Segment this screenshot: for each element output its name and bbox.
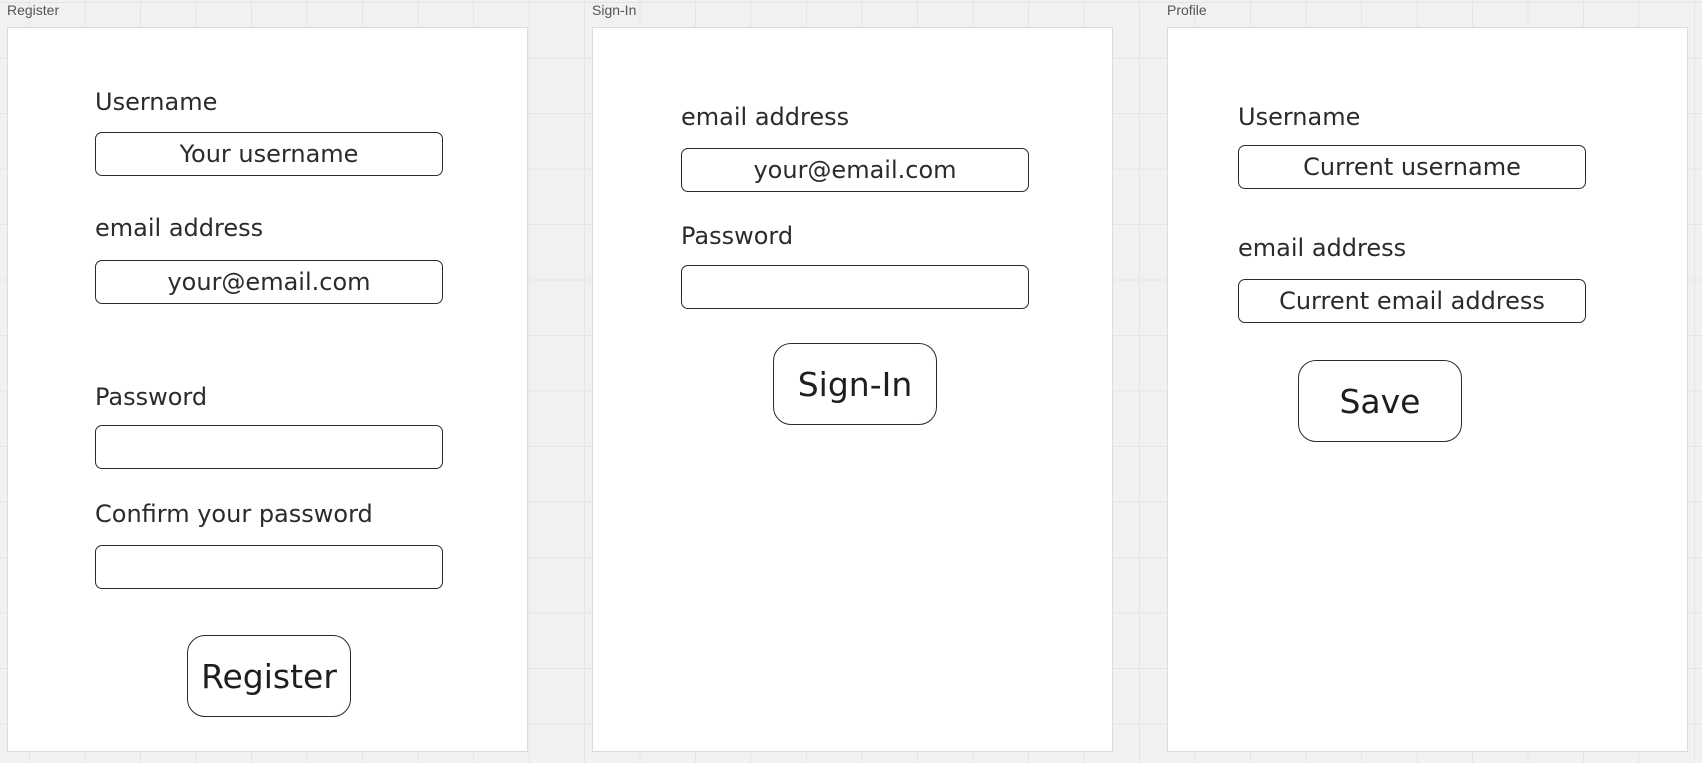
register-button[interactable]: Register (187, 635, 351, 717)
register-username-field[interactable]: Your username (95, 132, 443, 176)
register-frame: Username Your username email address you… (7, 27, 528, 752)
signin-password-label: Password (681, 222, 794, 250)
signin-password-field[interactable] (681, 265, 1029, 309)
register-password-label: Password (95, 383, 208, 411)
profile-frame: Username Current username email address … (1167, 27, 1688, 752)
register-username-label: Username (95, 88, 218, 116)
profile-username-field[interactable]: Current username (1238, 145, 1586, 189)
register-email-field[interactable]: your@email.com (95, 260, 443, 304)
register-frame-title: Register (7, 2, 60, 18)
signin-button[interactable]: Sign-In (773, 343, 937, 425)
signin-frame-title: Sign-In (592, 2, 637, 18)
signin-email-field[interactable]: your@email.com (681, 148, 1029, 192)
register-confirm-password-field[interactable] (95, 545, 443, 589)
register-password-field[interactable] (95, 425, 443, 469)
profile-username-label: Username (1238, 103, 1361, 131)
profile-email-label: email address (1238, 234, 1407, 262)
save-button[interactable]: Save (1298, 360, 1462, 442)
signin-email-label: email address (681, 103, 850, 131)
signin-frame: email address your@email.com Password Si… (592, 27, 1113, 752)
register-email-label: email address (95, 214, 264, 242)
profile-frame-title: Profile (1167, 2, 1207, 18)
register-confirm-password-label: Confirm your password (95, 500, 373, 528)
profile-email-field[interactable]: Current email address (1238, 279, 1586, 323)
